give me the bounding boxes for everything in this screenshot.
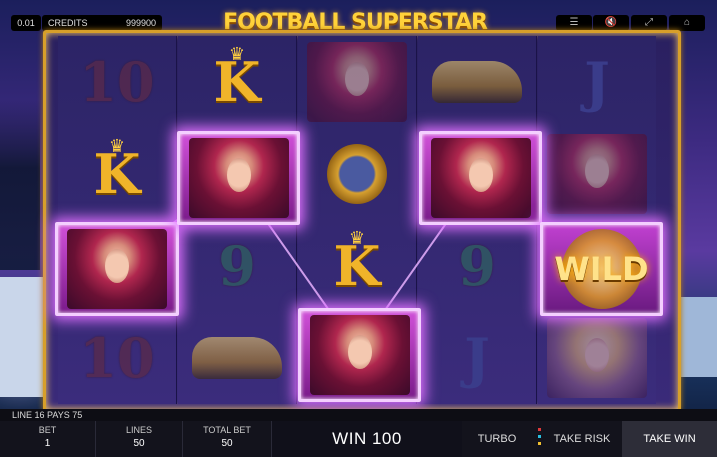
menu-button[interactable]: ☰ [556, 15, 592, 31]
symbol-jack-text: J [464, 325, 490, 390]
credits-value: 999900 [125, 18, 156, 28]
blonde-girl-icon [547, 317, 647, 398]
symbol-nine-text: 9 [218, 233, 256, 298]
symbol-jack: J [418, 312, 536, 403]
lines-selector[interactable]: LINES 50 [96, 421, 183, 457]
bet-label: BET [38, 425, 57, 435]
girl-icon [188, 138, 289, 218]
risk-indicator-dots [538, 428, 541, 449]
car-icon [192, 336, 282, 379]
symbol-girl [538, 128, 656, 219]
home-button[interactable]: ⌂ [669, 15, 705, 31]
girl-icon [307, 41, 407, 122]
bet-value: 1 [44, 438, 51, 449]
top-bar: 0.01 CREDITS 999900 FOOTBALL SUPERSTAR ☰… [0, 0, 717, 35]
symbol-car [178, 312, 296, 403]
take-risk-button[interactable]: TAKE RISK [543, 421, 621, 457]
symbol-jack: J [538, 36, 656, 127]
risk-dot [538, 428, 541, 431]
symbol-nine: 9 [418, 220, 536, 311]
palm-tree-decoration [0, 100, 40, 270]
symbol-king: ♛ K [178, 36, 296, 127]
symbol-blonde-girl [538, 312, 656, 403]
line-pays-text: LINE 16 PAYS 75 [12, 410, 83, 420]
reel-5: J [538, 36, 656, 404]
winning-symbol-girl [177, 131, 300, 225]
fullscreen-icon: ⤢ [645, 17, 653, 28]
menu-icon: ☰ [569, 17, 579, 28]
winning-symbol-girl [298, 308, 421, 402]
bet-indicator-value: 0.01 [17, 18, 35, 28]
winning-symbol-wild: WILD [540, 222, 663, 316]
total-bet-value: 50 [221, 438, 233, 449]
bet-indicator: 0.01 [11, 15, 41, 31]
fullscreen-button[interactable]: ⤢ [631, 15, 667, 31]
total-bet-label: TOTAL BET [203, 425, 251, 435]
symbol-ten-text: 10 [79, 325, 155, 390]
girl-icon [309, 315, 410, 395]
girl-icon [67, 229, 167, 309]
car-icon [432, 60, 522, 103]
bottom-control-bar: BET 1 LINES 50 TOTAL BET 50 WIN 100 TURB… [0, 421, 717, 457]
crown-icon: ♛ [348, 228, 366, 248]
lines-label: LINES [125, 425, 152, 435]
symbol-girl [298, 36, 416, 127]
symbol-car [418, 36, 536, 127]
home-icon: ⌂ [683, 17, 691, 28]
girl-icon [430, 138, 531, 218]
lines-value: 50 [133, 438, 145, 449]
win-amount: WIN 100 [272, 421, 462, 457]
wild-text: WILD [554, 250, 649, 288]
girl-icon [547, 133, 647, 214]
total-bet-display: TOTAL BET 50 [183, 421, 272, 457]
turbo-button[interactable]: TURBO [462, 421, 532, 457]
crown-icon: ♛ [228, 44, 246, 64]
symbol-ten: 10 [58, 312, 176, 403]
symbol-nine-text: 9 [458, 233, 496, 298]
winning-symbol-girl: 75 [55, 222, 179, 316]
symbol-ten: 10 [58, 36, 176, 127]
credits-display: CREDITS 999900 [42, 15, 162, 31]
symbol-watch [298, 128, 416, 219]
risk-dot [538, 442, 541, 445]
risk-dot [538, 435, 541, 438]
symbol-king: ♛ K [58, 128, 176, 219]
symbol-ten-text: 10 [79, 49, 155, 114]
sound-off-icon: 🔇 [604, 17, 618, 28]
symbol-jack-text: J [584, 49, 610, 114]
building-right-decoration [676, 297, 717, 377]
credits-label: CREDITS [48, 18, 88, 28]
winning-symbol-girl [419, 131, 542, 225]
crown-icon: ♛ [108, 136, 126, 156]
sound-button[interactable]: 🔇 [593, 15, 629, 31]
reel-1: 10 ♛ K 10 [58, 36, 177, 404]
symbol-nine: 9 [178, 220, 296, 311]
building-left-decoration [0, 277, 45, 397]
bet-selector[interactable]: BET 1 [0, 421, 96, 457]
symbol-king: ♛ K [298, 220, 416, 311]
watch-icon [327, 143, 387, 204]
take-win-button[interactable]: TAKE WIN [622, 421, 717, 457]
payline-info-bar: LINE 16 PAYS 75 [0, 409, 717, 421]
